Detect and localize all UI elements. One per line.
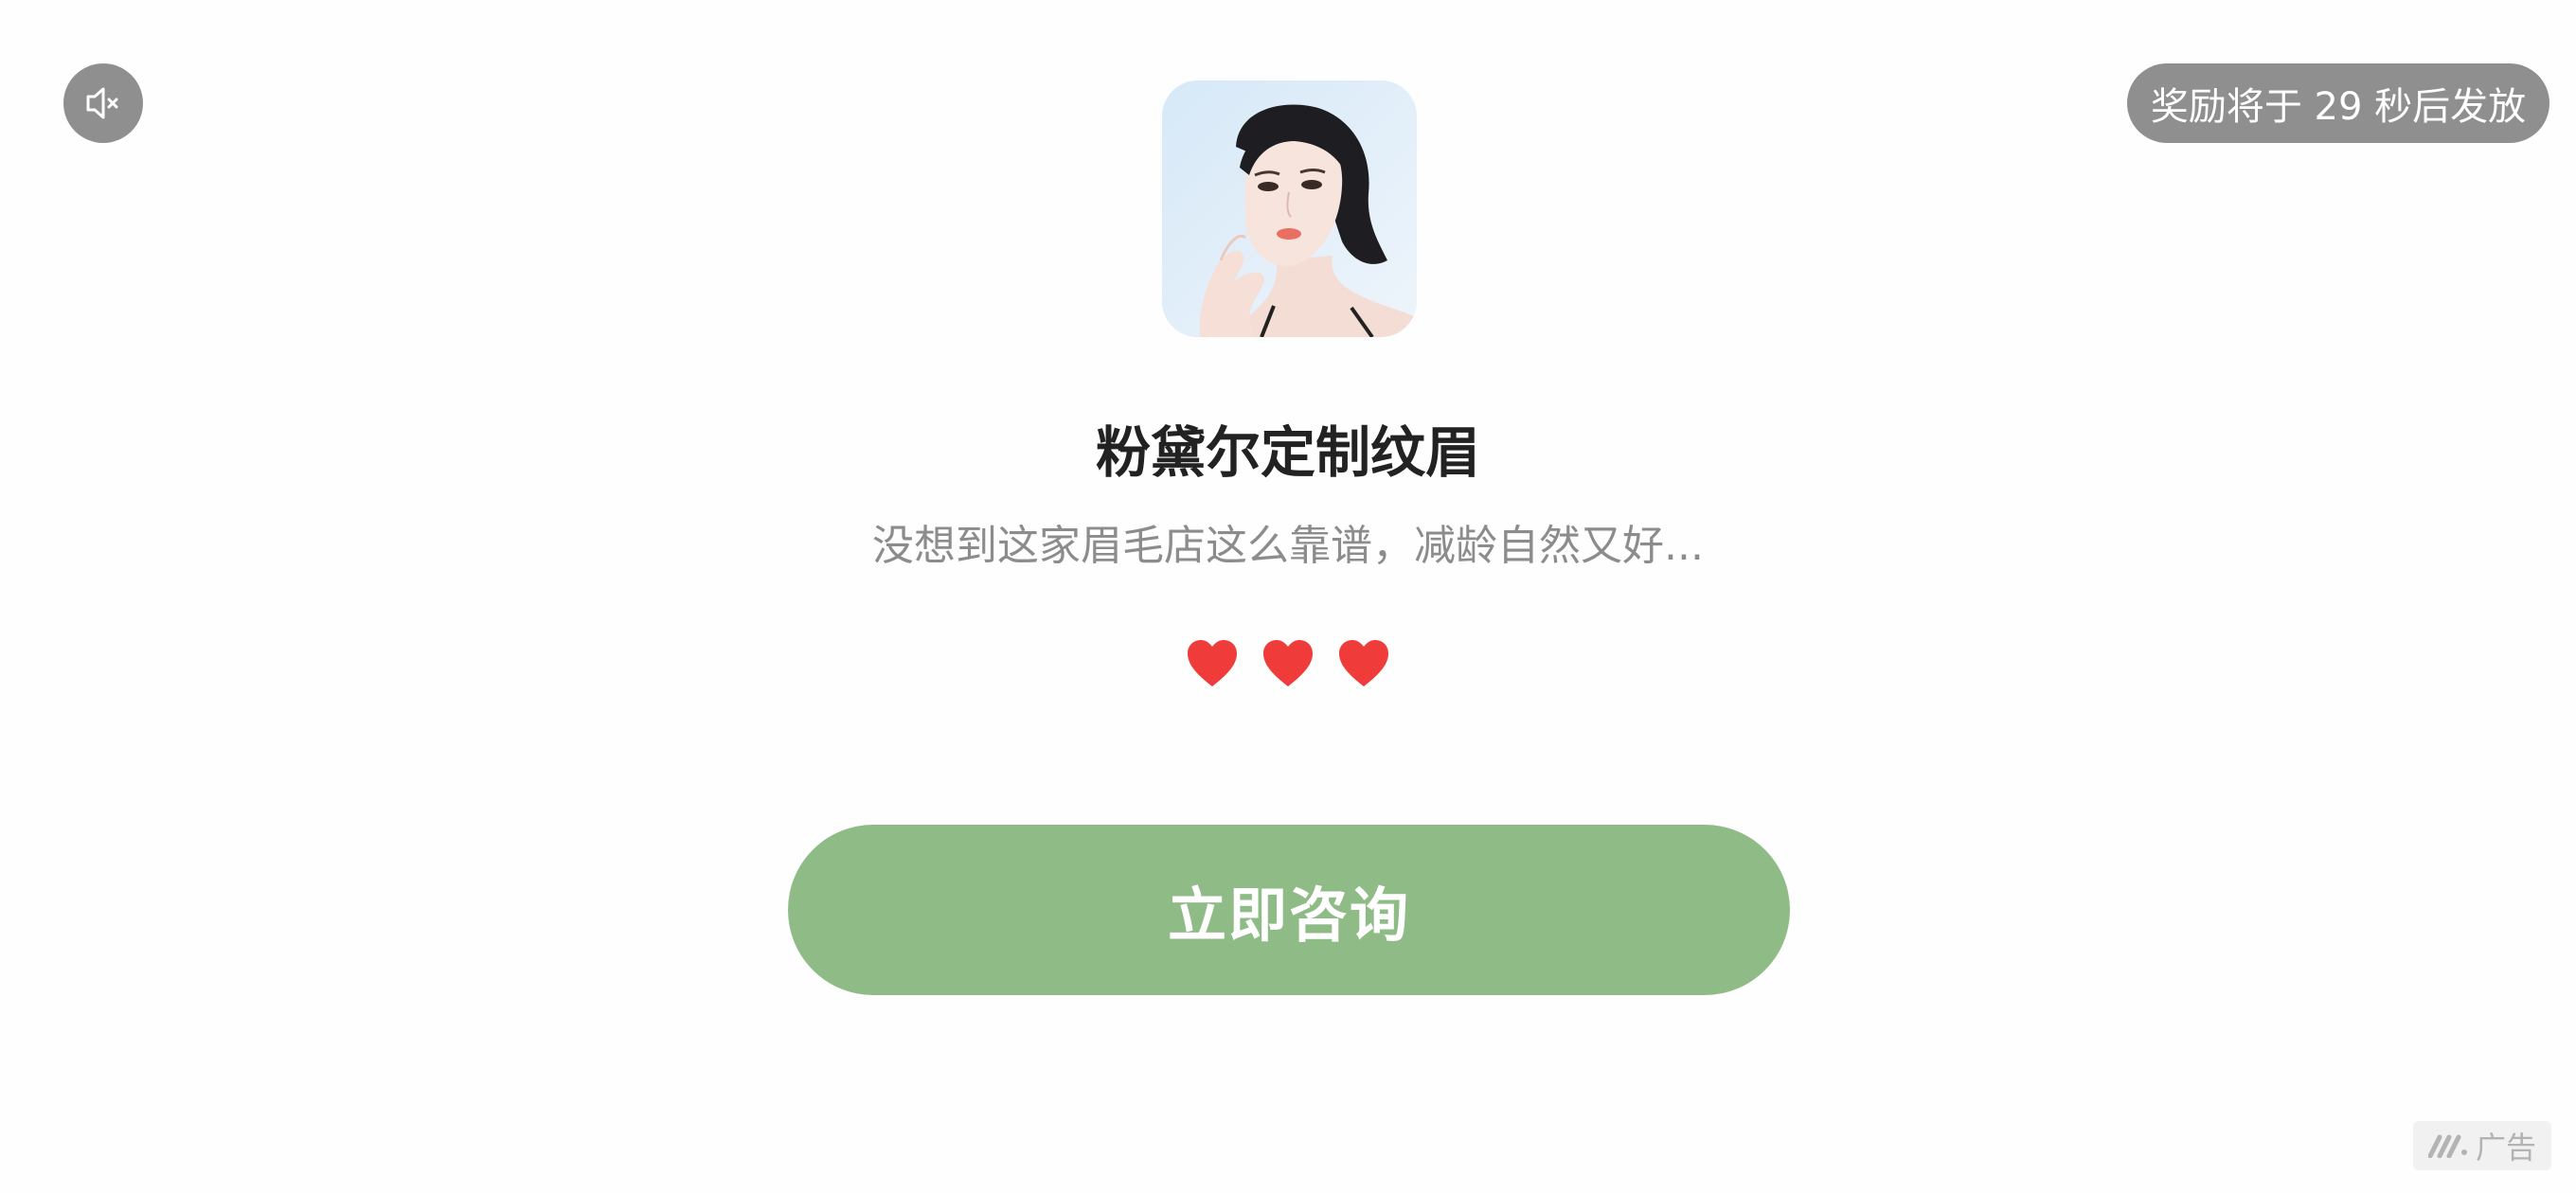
app-description: 没想到这家眉毛店这么靠谱，减龄自然又好... [872, 522, 1704, 570]
ad-network-logo-icon [2427, 1134, 2467, 1158]
heart-icon [1339, 640, 1388, 686]
ad-screen: 奖励将于 29 秒后发放 粉黛尔定制纹眉 没想到这家眉毛店这么靠谱，减龄自然又好… [0, 0, 2576, 1193]
mute-button[interactable] [63, 63, 143, 143]
cta-label: 立即咨询 [1167, 881, 1410, 950]
reward-countdown-text: 奖励将于 29 秒后发放 [2150, 85, 2527, 129]
app-title: 粉黛尔定制纹眉 [1095, 420, 1480, 485]
rating-hearts [0, 639, 2576, 688]
portrait-photo [1162, 80, 1417, 337]
ad-badge-label: 广告 [2475, 1130, 2536, 1166]
consult-now-button[interactable]: 立即咨询 [788, 825, 1790, 995]
reward-countdown-badge: 奖励将于 29 秒后发放 [2127, 63, 2549, 143]
heart-icon [1263, 640, 1313, 686]
ad-badge: 广告 [2413, 1121, 2551, 1170]
heart-icon [1188, 640, 1237, 686]
speaker-muted-icon [86, 87, 118, 119]
app-icon[interactable] [1162, 80, 1417, 337]
